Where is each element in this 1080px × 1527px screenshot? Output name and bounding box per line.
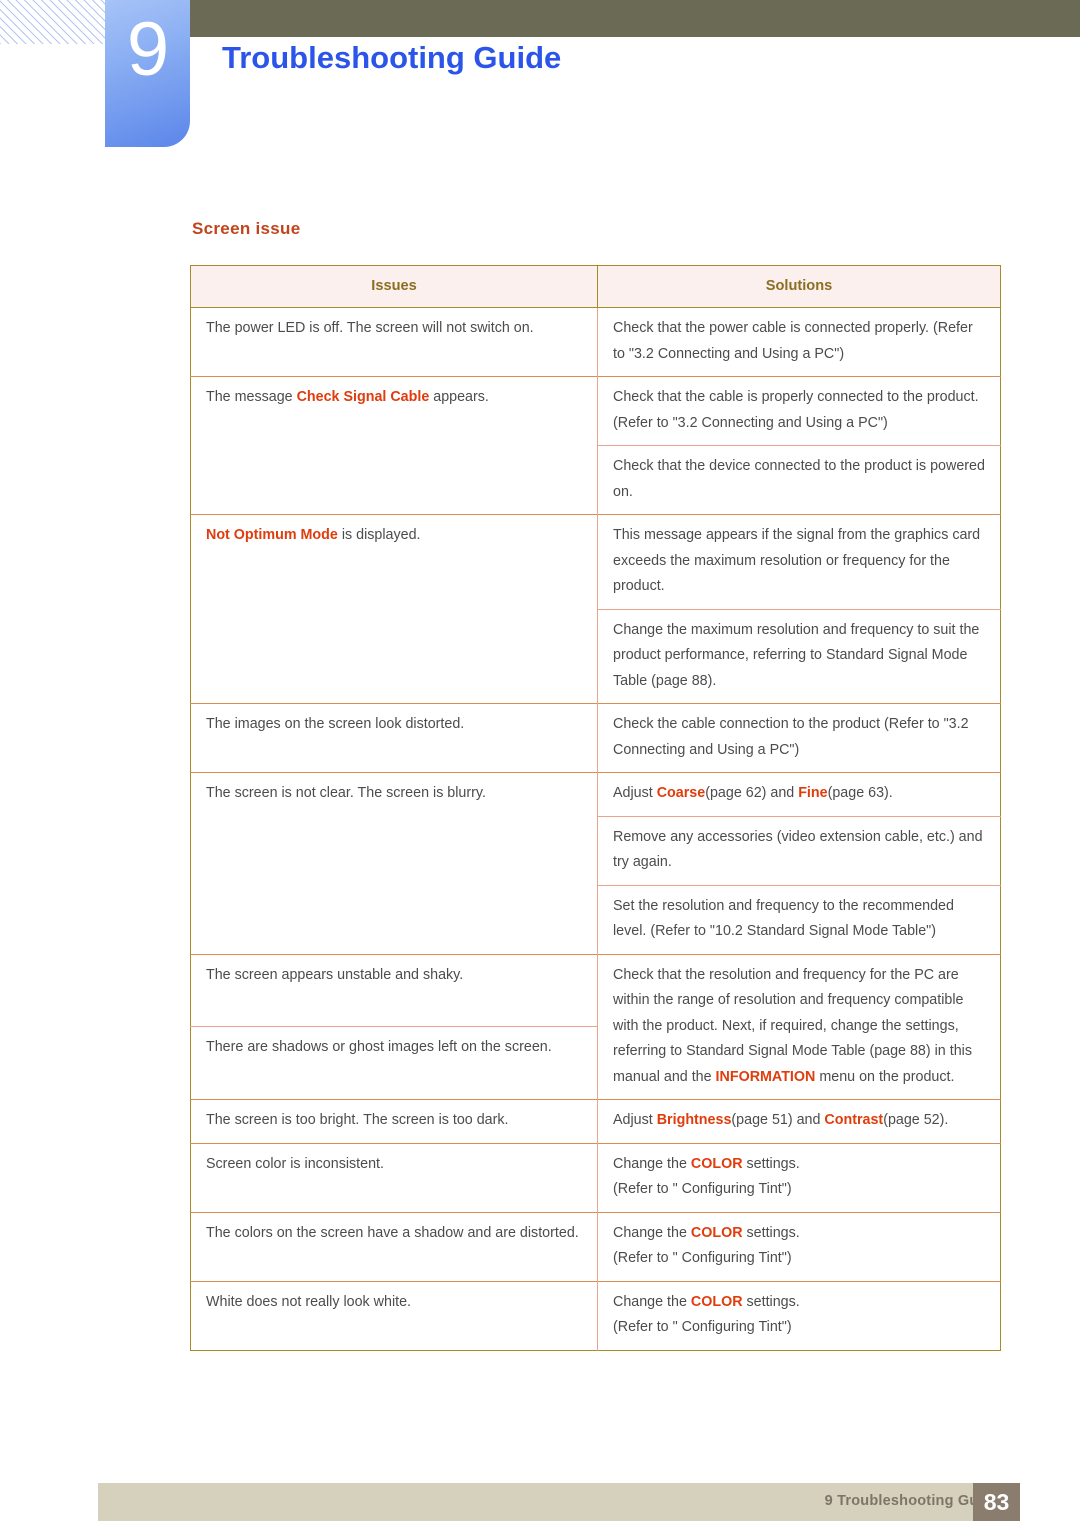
table-row: The images on the screen look distorted.… [190, 703, 1001, 773]
table-row: The screen appears unstable and shaky. Ch… [190, 953, 1001, 1100]
highlighted-term: Brightness [656, 1112, 732, 1128]
header-olive-bar [190, 0, 1080, 37]
issue-cell: The screen appears unstable and shaky. [190, 953, 598, 1027]
highlighted-term: Check Signal Cable [296, 389, 430, 405]
issue-cell: White does not really look white. [190, 1280, 598, 1350]
solution-cell: Adjust Brightness(page 51) and Contrast(… [597, 1099, 1001, 1143]
page-title: Troubleshooting Guide [222, 40, 562, 75]
table-row: The screen is not clear. The screen is b… [190, 772, 1001, 954]
solution-cell: Change the COLOR settings. (Refer to " Co… [597, 1211, 1001, 1281]
table-header-row: Issues Solutions [190, 265, 1001, 308]
solution-cell: This message appears if the signal from … [597, 514, 1001, 609]
table-row: The power LED is off. The screen will no… [190, 307, 1001, 377]
issue-cell: Not Optimum Mode is displayed. [190, 514, 598, 704]
footer-bar: 9 Troubleshooting Guide [98, 1483, 1001, 1521]
issue-cell: The screen is too bright. The screen is … [190, 1099, 598, 1143]
issue-cell: The colors on the screen have a shadow a… [190, 1211, 598, 1281]
table-row: The screen is too bright. The screen is … [190, 1099, 1001, 1143]
table-row: The message Check Signal Cable appears. C… [190, 376, 1001, 515]
solution-cell: Change the maximum resolution and freque… [597, 608, 1001, 704]
solution-cell: Change the COLOR settings. (Refer to " Co… [597, 1142, 1001, 1212]
table-row: Not Optimum Mode is displayed. This messa… [190, 514, 1001, 704]
section-title: Screen issue [192, 219, 301, 238]
solution-cell: Set the resolution and frequency to the … [597, 884, 1001, 954]
table-row: The colors on the screen have a shadow a… [190, 1211, 1001, 1281]
column-header-issues: Issues [190, 265, 598, 308]
solution-cell: Remove any accessories (video extension … [597, 815, 1001, 885]
troubleshooting-table: Issues Solutions The power LED is off. T… [190, 265, 1001, 1351]
table-row: Screen color is inconsistent. Change the … [190, 1142, 1001, 1212]
issue-cell: Screen color is inconsistent. [190, 1142, 598, 1212]
highlighted-term: Coarse [656, 785, 706, 801]
highlighted-term: COLOR [690, 1293, 743, 1310]
issue-cell: The message Check Signal Cable appears. [190, 376, 598, 515]
solution-cell: Check that the device connected to the p… [597, 445, 1001, 515]
solution-cell: Change the COLOR settings. (Refer to " Co… [597, 1280, 1001, 1350]
highlighted-term: COLOR [690, 1155, 743, 1172]
page-header: 9 Troubleshooting Guide [0, 0, 1080, 150]
highlighted-term: Not Optimum Mode [206, 527, 338, 543]
solution-cell: Check the cable connection to the produc… [597, 703, 1001, 773]
solution-cell: Adjust Coarse(page 62) and Fine(page 63)… [597, 772, 1001, 816]
table-header: Issues Solutions [190, 265, 1001, 308]
page-number-badge: 83 [973, 1483, 1020, 1521]
highlighted-term: Fine [798, 785, 828, 801]
column-header-solutions: Solutions [597, 265, 1001, 308]
issue-cell: The power LED is off. The screen will no… [190, 307, 598, 377]
table-body: The power LED is off. The screen will no… [190, 307, 1001, 1350]
highlighted-term: Contrast [824, 1112, 884, 1128]
highlighted-term: COLOR [690, 1224, 743, 1241]
issue-cell: The images on the screen look distorted. [190, 703, 598, 773]
solution-cell: Check that the power cable is connected … [597, 307, 1001, 377]
decorative-hatch-pattern [0, 0, 106, 44]
solution-cell: Check that the resolution and frequency … [597, 953, 1001, 1100]
issue-cell: There are shadows or ghost images left o… [190, 1026, 598, 1100]
solution-cell: Check that the cable is properly connect… [597, 376, 1001, 446]
highlighted-term: INFORMATION [715, 1068, 816, 1085]
chapter-number-badge: 9 [105, 0, 190, 147]
issue-cell: The screen is not clear. The screen is b… [190, 772, 598, 954]
table-row: White does not really look white. Change … [190, 1280, 1001, 1350]
